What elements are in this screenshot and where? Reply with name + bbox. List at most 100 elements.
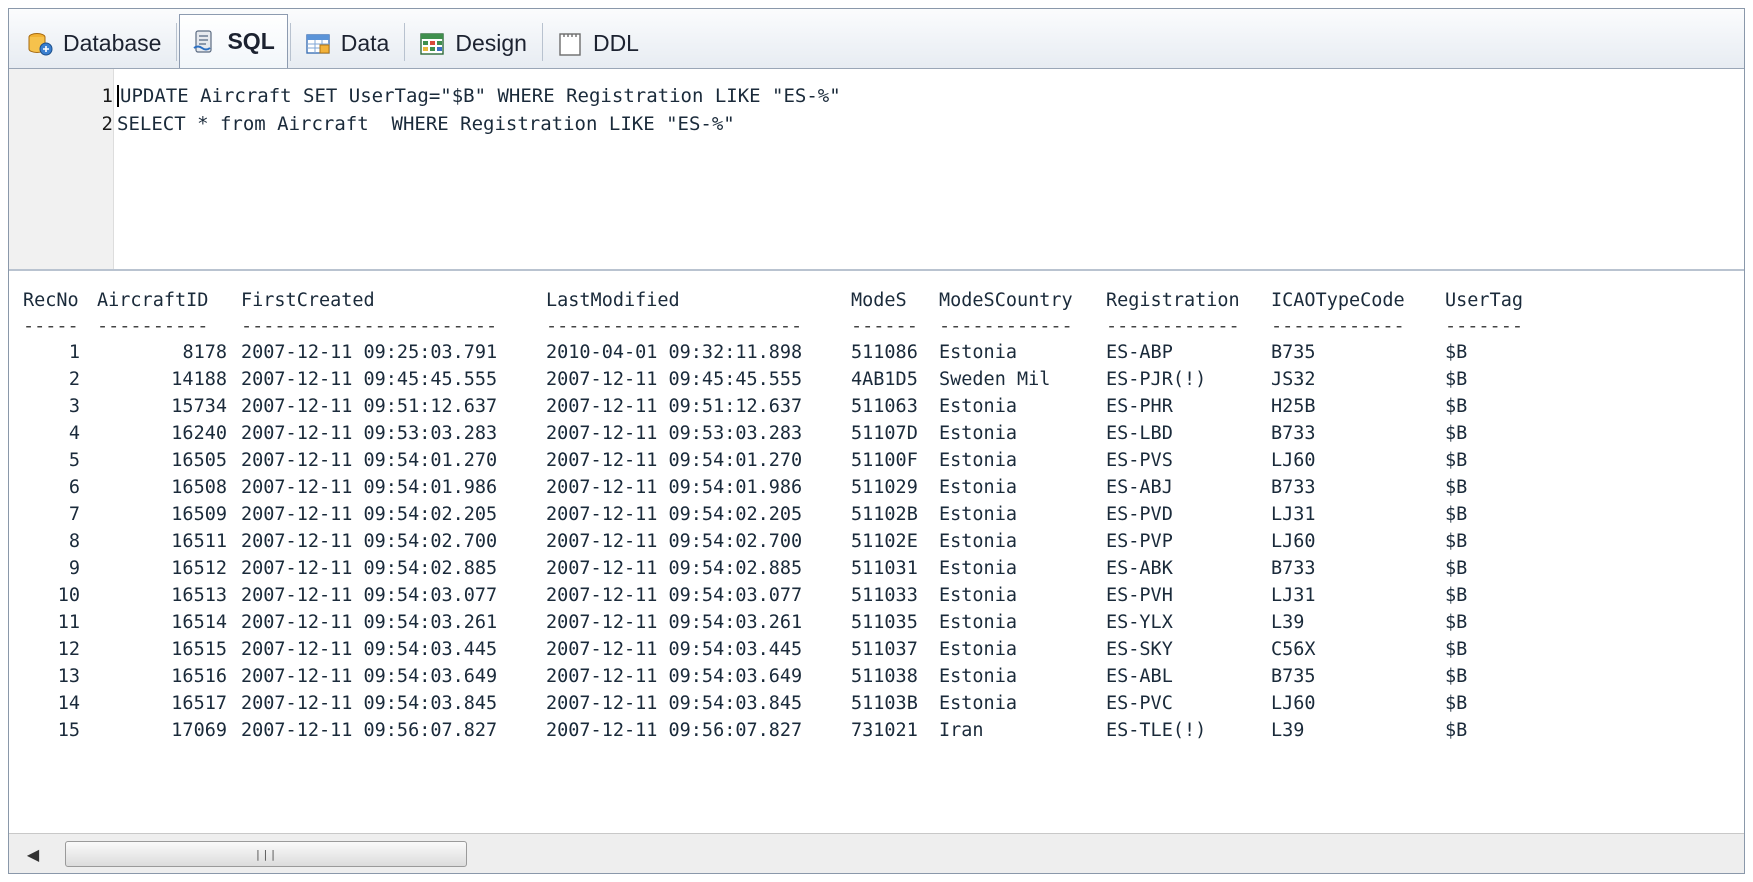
cell-lastmodified: 2007-12-11 09:54:03.077	[546, 585, 803, 606]
cell-registration: ES-PVD	[1106, 504, 1173, 525]
cell-firstcreated: 2007-12-11 09:54:03.649	[241, 666, 498, 687]
cell-icaotypecode: B735	[1271, 666, 1316, 687]
table-row[interactable]: 10 16513 2007-12-11 09:54:03.077 2007-12-11…	[9, 582, 1744, 609]
cell-firstcreated: 2007-12-11 09:51:12.637	[241, 396, 498, 417]
cell-modes: 511031	[851, 558, 918, 579]
cell-firstcreated: 2007-12-11 09:54:02.885	[241, 558, 498, 579]
cell-firstcreated: 2007-12-11 09:53:03.283	[241, 423, 498, 444]
cell-modescountry: Estonia	[939, 450, 1017, 471]
cell-aircraftid: 16240	[171, 423, 227, 444]
cell-registration: ES-ABP	[1106, 342, 1173, 363]
cell-modes: 511035	[851, 612, 918, 633]
cell-modes: 511029	[851, 477, 918, 498]
column-separator: ------------	[1106, 316, 1240, 337]
results-grid[interactable]: RecNo AircraftID FirstCreated LastModifi…	[9, 271, 1744, 833]
cell-usertag: $B	[1445, 693, 1468, 714]
tab-sql[interactable]: SQL	[179, 14, 288, 68]
cell-usertag: $B	[1445, 720, 1468, 741]
table-row[interactable]: 3 15734 2007-12-11 09:51:12.637 2007-12-11 …	[9, 393, 1744, 420]
cell-recno: 2	[68, 369, 80, 390]
cell-aircraftid: 16505	[171, 450, 227, 471]
cell-modescountry: Estonia	[939, 585, 1017, 606]
tab-data[interactable]: Data	[293, 18, 403, 68]
table-row[interactable]: 5 16505 2007-12-11 09:54:01.270 2007-12-11 …	[9, 447, 1744, 474]
cell-firstcreated: 2007-12-11 09:25:03.791	[241, 342, 498, 363]
scrollbar-thumb[interactable]: |||	[65, 841, 467, 867]
tab-ddl-label: DDL	[592, 30, 639, 56]
cell-modes: 731021	[851, 720, 918, 741]
cell-firstcreated: 2007-12-11 09:54:03.077	[241, 585, 498, 606]
tab-data-label: Data	[340, 30, 390, 56]
tab-separator	[404, 23, 406, 61]
cell-usertag: $B	[1445, 639, 1468, 660]
tab-database[interactable]: Database	[15, 18, 174, 68]
tab-design-label: Design	[455, 30, 527, 56]
cell-icaotypecode: L39	[1271, 612, 1305, 633]
cell-recno: 10	[57, 585, 80, 606]
cell-recno: 13	[57, 666, 80, 687]
cell-registration: ES-ABJ	[1106, 477, 1173, 498]
cell-modescountry: Estonia	[939, 531, 1017, 552]
cell-aircraftid: 14188	[171, 369, 227, 390]
cell-lastmodified: 2007-12-11 09:54:03.649	[546, 666, 803, 687]
table-row[interactable]: 1 8178 2007-12-11 09:25:03.791 2010-04-01 0…	[9, 339, 1744, 366]
cell-lastmodified: 2007-12-11 09:51:12.637	[546, 396, 803, 417]
cell-recno: 4	[68, 423, 80, 444]
code-line[interactable]: 2 SELECT * from Aircraft WHERE Registrati…	[9, 109, 735, 139]
cell-firstcreated: 2007-12-11 09:54:03.445	[241, 639, 498, 660]
cell-modescountry: Estonia	[939, 477, 1017, 498]
cell-icaotypecode: B733	[1271, 558, 1316, 579]
grip-icon: |||	[254, 847, 278, 861]
table-row[interactable]: 11 16514 2007-12-11 09:54:03.261 2007-12-11…	[9, 609, 1744, 636]
cell-usertag: $B	[1445, 504, 1468, 525]
column-separator: -----------------------	[241, 316, 498, 337]
sql-editor[interactable]: 1 UPDATE Aircraft SET UserTag="$B" WHERE …	[9, 69, 1744, 271]
cell-icaotypecode: B733	[1271, 423, 1316, 444]
tab-separator	[541, 23, 543, 61]
table-row[interactable]: 2 14188 2007-12-11 09:45:45.555 2007-12-11 …	[9, 366, 1744, 393]
table-row[interactable]: 4 16240 2007-12-11 09:53:03.283 2007-12-11 …	[9, 420, 1744, 447]
cell-usertag: $B	[1445, 585, 1468, 606]
cell-lastmodified: 2007-12-11 09:54:01.270	[546, 450, 803, 471]
table-row[interactable]: 7 16509 2007-12-11 09:54:02.205 2007-12-11 …	[9, 501, 1744, 528]
cell-lastmodified: 2007-12-11 09:56:07.827	[546, 720, 803, 741]
column-header-usertag: UserTag	[1445, 290, 1523, 311]
cell-lastmodified: 2007-12-11 09:54:02.885	[546, 558, 803, 579]
table-row[interactable]: 14 16517 2007-12-11 09:54:03.845 2007-12-11…	[9, 690, 1744, 717]
cell-modes: 511086	[851, 342, 918, 363]
code-line[interactable]: 1 UPDATE Aircraft SET UserTag="$B" WHERE …	[9, 81, 841, 111]
table-row[interactable]: 13 16516 2007-12-11 09:54:03.649 2007-12-11…	[9, 663, 1744, 690]
table-row[interactable]: 8 16511 2007-12-11 09:54:02.700 2007-12-11 …	[9, 528, 1744, 555]
chevron-left-icon: ◀	[26, 844, 40, 864]
cell-modes: 51103B	[851, 693, 918, 714]
cell-aircraftid: 16517	[171, 693, 227, 714]
table-row[interactable]: 9 16512 2007-12-11 09:54:02.885 2007-12-11 …	[9, 555, 1744, 582]
cell-lastmodified: 2007-12-11 09:53:03.283	[546, 423, 803, 444]
cell-modescountry: Iran	[939, 720, 984, 741]
table-row[interactable]: 6 16508 2007-12-11 09:54:01.986 2007-12-11 …	[9, 474, 1744, 501]
cell-modes: 51102E	[851, 531, 918, 552]
cell-registration: ES-ABK	[1106, 558, 1173, 579]
cell-recno: 3	[68, 396, 80, 417]
cell-icaotypecode: LJ31	[1271, 504, 1316, 525]
horizontal-scrollbar[interactable]: ◀ |||	[9, 833, 1744, 873]
text-caret	[117, 85, 119, 107]
cell-lastmodified: 2007-12-11 09:54:03.845	[546, 693, 803, 714]
cell-modescountry: Estonia	[939, 504, 1017, 525]
cell-recno: 6	[68, 477, 80, 498]
cell-aircraftid: 16515	[171, 639, 227, 660]
table-row[interactable]: 12 16515 2007-12-11 09:54:03.445 2007-12-11…	[9, 636, 1744, 663]
cell-modescountry: Estonia	[939, 666, 1017, 687]
cell-lastmodified: 2007-12-11 09:54:01.986	[546, 477, 803, 498]
table-row[interactable]: 15 17069 2007-12-11 09:56:07.827 2007-12-11…	[9, 717, 1744, 744]
results-separator-row: ----- ---------- -----------------------…	[9, 313, 1744, 340]
cell-recno: 11	[57, 612, 80, 633]
cell-modes: 51102B	[851, 504, 918, 525]
tab-design[interactable]: Design	[407, 18, 540, 68]
column-header-registration: Registration	[1106, 290, 1240, 311]
tab-ddl[interactable]: DDL	[545, 18, 652, 68]
scroll-left-button[interactable]: ◀	[19, 842, 47, 866]
code-text: SELECT * from Aircraft WHERE Registratio…	[117, 113, 735, 135]
cell-aircraftid: 16508	[171, 477, 227, 498]
cell-lastmodified: 2007-12-11 09:54:02.700	[546, 531, 803, 552]
